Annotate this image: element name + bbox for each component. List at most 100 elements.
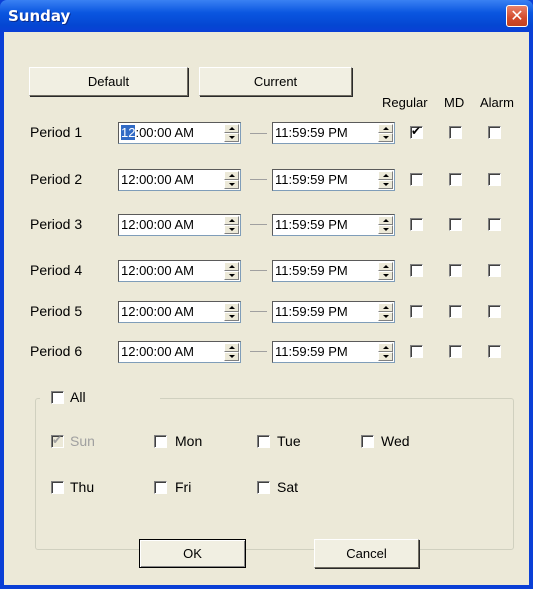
all-days-checkbox[interactable] [51, 391, 64, 404]
spin-down-icon[interactable] [378, 271, 393, 280]
period-1-alarm-checkbox[interactable] [488, 126, 501, 139]
fri-checkbox[interactable] [154, 481, 167, 494]
period-6-alarm-checkbox[interactable] [488, 345, 501, 358]
tue-checkbox[interactable] [257, 435, 270, 448]
period-5-start-time[interactable]: 12:00:00 AM [118, 301, 241, 323]
fri-label: Fri [175, 479, 192, 495]
period-2-alarm-checkbox[interactable] [488, 173, 501, 186]
spin-down-icon[interactable] [224, 225, 239, 234]
start-time-spinner[interactable] [224, 262, 239, 280]
spin-up-icon[interactable] [378, 216, 393, 225]
end-time-spinner[interactable] [378, 262, 393, 280]
period-2-start-time[interactable]: 12:00:00 AM [118, 169, 241, 191]
range-dash [250, 311, 267, 312]
tue-label: Tue [277, 433, 301, 449]
spin-down-icon[interactable] [378, 180, 393, 189]
spin-down-icon[interactable] [378, 225, 393, 234]
period-3-label: Period 3 [30, 216, 83, 232]
spin-down-icon[interactable] [224, 271, 239, 280]
window-title: Sunday [8, 7, 71, 25]
spin-up-icon[interactable] [224, 262, 239, 271]
close-icon[interactable]: ✕ [506, 5, 528, 27]
end-time-spinner[interactable] [378, 171, 393, 189]
spin-down-icon[interactable] [378, 352, 393, 361]
period-1-end-time[interactable]: 11:59:59 PM [272, 122, 395, 144]
spin-down-icon[interactable] [378, 133, 393, 142]
start-time-spinner[interactable] [224, 171, 239, 189]
period-3-end-time[interactable]: 11:59:59 PM [272, 214, 395, 236]
period-2-end-time[interactable]: 11:59:59 PM [272, 169, 395, 191]
range-dash [250, 224, 267, 225]
days-group [35, 398, 514, 550]
period-3-md-checkbox[interactable] [449, 218, 462, 231]
sun-label: Sun [70, 433, 95, 449]
period-1-regular-checkbox[interactable] [410, 124, 423, 139]
title-bar[interactable]: Sunday ✕ [0, 0, 533, 32]
start-time-spinner[interactable] [224, 124, 239, 142]
range-dash [250, 270, 267, 271]
period-4-start-time[interactable]: 12:00:00 AM [118, 260, 241, 282]
period-4-md-checkbox[interactable] [449, 264, 462, 277]
period-1-md-checkbox[interactable] [449, 126, 462, 139]
end-time-spinner[interactable] [378, 343, 393, 361]
spin-down-icon[interactable] [224, 312, 239, 321]
period-6-regular-checkbox[interactable] [410, 345, 423, 358]
period-5-alarm-checkbox[interactable] [488, 305, 501, 318]
end-time-spinner[interactable] [378, 216, 393, 234]
spin-up-icon[interactable] [224, 303, 239, 312]
spin-down-icon[interactable] [378, 312, 393, 321]
start-time-spinner[interactable] [224, 303, 239, 321]
period-2-regular-checkbox[interactable] [410, 173, 423, 186]
period-5-end-time[interactable]: 11:59:59 PM [272, 301, 395, 323]
period-6-md-checkbox[interactable] [449, 345, 462, 358]
period-5-md-checkbox[interactable] [449, 305, 462, 318]
period-3-start-time[interactable]: 12:00:00 AM [118, 214, 241, 236]
period-2-label: Period 2 [30, 171, 83, 187]
period-6-end-time[interactable]: 11:59:59 PM [272, 341, 395, 363]
period-3-alarm-checkbox[interactable] [488, 218, 501, 231]
sun-checkbox[interactable] [51, 433, 64, 448]
end-time-spinner[interactable] [378, 124, 393, 142]
spin-up-icon[interactable] [378, 303, 393, 312]
md-header: MD [444, 95, 465, 110]
alarm-header: Alarm [480, 95, 514, 110]
period-4-alarm-checkbox[interactable] [488, 264, 501, 277]
current-button[interactable]: Current [199, 67, 352, 96]
wed-label: Wed [381, 433, 410, 449]
spin-down-icon[interactable] [224, 133, 239, 142]
spin-up-icon[interactable] [224, 343, 239, 352]
spin-down-icon[interactable] [224, 352, 239, 361]
regular-header: Regular [382, 95, 428, 110]
thu-checkbox[interactable] [51, 481, 64, 494]
ok-button[interactable]: OK [139, 539, 246, 568]
spin-up-icon[interactable] [378, 262, 393, 271]
spin-down-icon[interactable] [224, 180, 239, 189]
period-6-start-time[interactable]: 12:00:00 AM [118, 341, 241, 363]
start-time-spinner[interactable] [224, 343, 239, 361]
default-button[interactable]: Default [29, 67, 188, 96]
spin-up-icon[interactable] [224, 171, 239, 180]
mon-checkbox[interactable] [154, 435, 167, 448]
period-5-regular-checkbox[interactable] [410, 305, 423, 318]
spin-up-icon[interactable] [378, 124, 393, 133]
period-1-label: Period 1 [30, 124, 83, 140]
spin-up-icon[interactable] [378, 343, 393, 352]
period-2-md-checkbox[interactable] [449, 173, 462, 186]
period-4-regular-checkbox[interactable] [410, 264, 423, 277]
range-dash [250, 179, 267, 180]
sat-label: Sat [277, 479, 299, 495]
cancel-button[interactable]: Cancel [314, 539, 419, 568]
sat-checkbox[interactable] [257, 481, 270, 494]
wed-checkbox[interactable] [361, 435, 374, 448]
spin-up-icon[interactable] [378, 171, 393, 180]
dialog-window: Sunday ✕ Default Current Regular MD Alar… [0, 0, 533, 589]
start-time-spinner[interactable] [224, 216, 239, 234]
spin-up-icon[interactable] [224, 124, 239, 133]
dialog-client: Default Current Regular MD Alarm Period … [4, 32, 529, 585]
end-time-spinner[interactable] [378, 303, 393, 321]
period-4-end-time[interactable]: 11:59:59 PM [272, 260, 395, 282]
range-dash [250, 351, 267, 352]
spin-up-icon[interactable] [224, 216, 239, 225]
period-1-start-time[interactable]: 12:00:00 AM [118, 122, 241, 144]
period-3-regular-checkbox[interactable] [410, 218, 423, 231]
